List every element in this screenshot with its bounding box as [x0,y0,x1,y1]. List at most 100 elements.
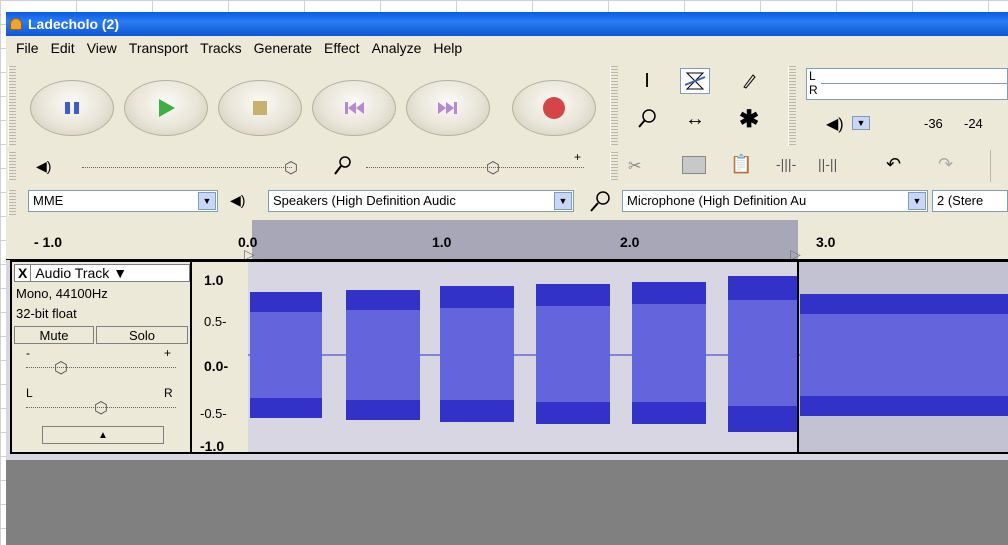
close-track-button[interactable]: X [15,265,32,281]
menu-tracks[interactable]: Tracks [194,40,247,56]
scale-label-half: 0.5- [204,314,227,329]
envelope-tool-icon[interactable] [680,68,710,94]
toolbar-row-2: ◀) ⬡ ⬡ + ✂ 📋 -|||- ||-|| ↶ ↷ [6,150,1008,184]
output-volume-thumb[interactable]: ⬡ [284,158,298,178]
pause-icon [65,102,79,114]
output-volume-icon: ◀) [36,158,52,174]
selection-tool-icon[interactable]: I [632,68,662,94]
gain-minus-label: - [26,346,30,360]
scale-label-neg-half: -0.5- [200,406,227,421]
track-name-menu[interactable]: Audio Track [35,265,109,281]
play-button[interactable] [124,80,208,136]
menu-analyze[interactable]: Analyze [366,40,428,56]
waveform-segment-1 [250,292,322,418]
input-volume-thumb[interactable]: ⬡ [486,158,500,178]
meter-dropdown-icon[interactable]: ▼ [852,116,870,130]
stop-button[interactable] [218,80,302,136]
waveform-segment-4 [536,284,610,424]
ruler-label-minus-1: - 1.0 [34,234,63,250]
scale-label-zero: 0.0- [204,358,229,374]
waveform-segment-6 [728,276,798,432]
trim-icon[interactable]: -|||- [776,156,796,172]
pan-right-label: R [164,386,173,400]
collapse-track-button[interactable]: ▲ [42,426,164,444]
pan-slider-thumb[interactable]: ⬡ [94,398,108,418]
ruler-label-0: 0.0 [238,234,258,250]
skip-end-icon [438,102,457,114]
waveform[interactable] [248,262,1008,452]
microphone-icon [334,156,351,175]
waveform-segment-3 [440,286,514,422]
ruler-label-3: 3.0 [816,234,836,250]
gain-slider-thumb[interactable]: ⬡ [54,358,68,378]
undo-icon[interactable]: ↶ [886,154,901,175]
meter-right-label: R [809,83,818,97]
toolbar-row-1: I ↔ ✱ L R ◀) ▼ -36 -24 [6,64,1008,148]
toolbar-grip [610,152,618,180]
meter-scale-36: -36 [924,116,943,131]
timeline-ruler[interactable]: ▷ ▷ - 1.0 0.0 1.0 2.0 3.0 [6,220,1008,262]
skip-start-icon [345,102,364,114]
ruler-label-1: 1.0 [432,234,452,250]
waveform-segment-2 [346,290,420,420]
stop-icon [253,101,267,115]
meter-display[interactable]: L R [806,68,1008,100]
menu-generate[interactable]: Generate [248,40,318,56]
pause-button[interactable] [30,80,114,136]
skip-start-button[interactable] [312,80,396,136]
vertical-scale-ruler[interactable]: 1.0 0.5- 0.0- -0.5- -1.0 [192,260,248,454]
record-button[interactable] [512,80,596,136]
waveform-segment-5 [632,282,706,424]
channels-select[interactable]: 2 (Stere [932,190,1008,212]
solo-button[interactable]: Solo [96,326,188,344]
cut-icon[interactable]: ✂ [628,156,641,176]
speaker-icon: ◀) [230,192,246,208]
speaker-icon: ◀) [826,116,844,133]
menu-file[interactable]: File [10,40,45,56]
scale-label-top: 1.0 [204,272,224,288]
play-icon [159,99,175,117]
output-device-select[interactable]: Speakers (High Definition Audic [268,190,574,212]
track-bitdepth: 32-bit float [16,306,77,321]
timeshift-tool-icon[interactable]: ↔ [680,106,710,132]
menu-view[interactable]: View [81,40,123,56]
menu-effect[interactable]: Effect [318,40,366,56]
track-format: Mono, 44100Hz [16,286,108,301]
mute-button[interactable]: Mute [14,326,94,344]
menu-help[interactable]: Help [427,40,468,56]
silence-icon[interactable]: ||-|| [818,156,837,172]
toolbar-grip[interactable] [788,66,796,146]
chevron-down-icon[interactable]: ▼ [113,265,127,281]
toolbar-grip[interactable] [8,66,16,146]
copy-icon[interactable] [682,156,706,174]
meter-toolbar: L R ◀) ▼ -36 -24 [796,64,1008,148]
gain-plus-label: + [164,346,172,360]
title-bar[interactable]: Ladecholo (2) [6,12,1008,36]
device-toolbar: MME ▼ ◀) Speakers (High Definition Audic… [6,188,1008,218]
track-control-panel: X Audio Track ▼ Mono, 44100Hz 32-bit flo… [10,260,192,454]
input-volume-slider[interactable] [366,160,584,168]
gain-slider[interactable] [26,360,176,368]
menu-edit[interactable]: Edit [45,40,81,56]
microphone-icon [590,191,610,212]
multi-tool-icon[interactable]: ✱ [734,106,764,133]
paste-icon[interactable]: 📋 [730,154,752,175]
zoom-tool-icon[interactable] [632,106,662,132]
host-select[interactable]: MME [28,190,218,212]
ruler-selection [252,220,798,260]
chevron-down-icon[interactable]: ▼ [908,192,926,210]
chevron-down-icon[interactable]: ▼ [198,192,216,210]
redo-icon[interactable]: ↷ [938,154,953,175]
menu-transport[interactable]: Transport [123,40,194,56]
chevron-down-icon[interactable]: ▼ [554,192,572,210]
menu-bar: File Edit View Transport Tracks Generate… [6,36,1008,60]
pan-left-label: L [26,386,33,400]
chevron-up-icon: ▲ [98,429,108,441]
draw-tool-icon[interactable] [734,68,764,94]
toolbar-divider [990,150,1008,182]
input-device-select[interactable]: Microphone (High Definition Au [622,190,928,212]
tools-toolbar: I ↔ ✱ [616,64,786,148]
output-volume-slider[interactable] [82,160,292,168]
empty-track-area[interactable] [6,460,1008,545]
skip-end-button[interactable] [406,80,490,136]
